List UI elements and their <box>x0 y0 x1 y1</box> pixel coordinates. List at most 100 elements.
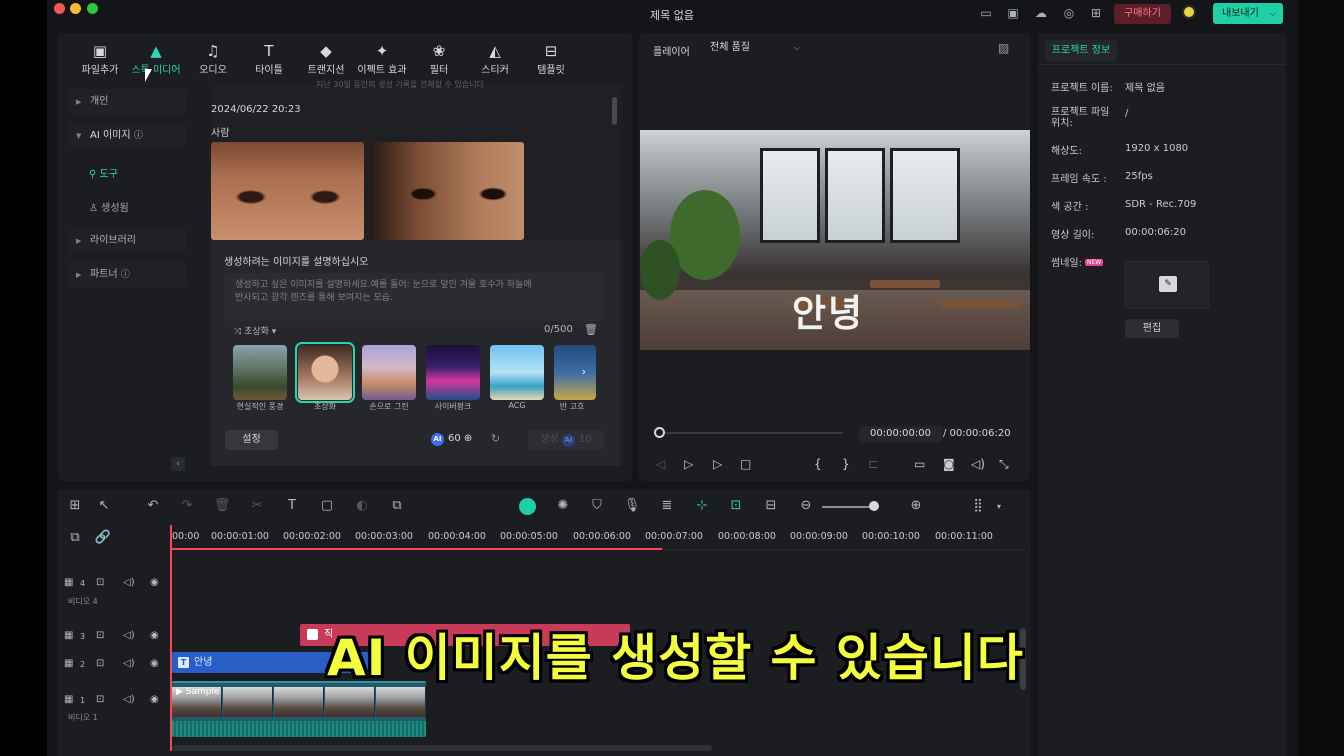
group-icon[interactable]: ⧉ <box>388 498 406 513</box>
motion-icon[interactable]: ✺ <box>554 498 572 513</box>
stop-icon[interactable]: □ <box>740 457 751 471</box>
layout-grid-icon[interactable]: ⊞ <box>66 498 84 513</box>
tab-filters[interactable]: ❀ 필터 <box>411 41 467 76</box>
image-snapshot-icon[interactable]: ▨ <box>998 41 1009 55</box>
trash-icon[interactable]: 🗑 <box>584 323 598 336</box>
add-credits-icon[interactable]: ⊕ <box>464 433 472 444</box>
marker-icon[interactable]: ⊏ <box>868 457 878 471</box>
generate-button[interactable]: 생성 AI 10 <box>528 430 604 450</box>
display-icon[interactable]: ▭ <box>914 457 925 471</box>
volume-icon[interactable]: ◁) <box>971 457 985 471</box>
quality-select[interactable]: 전체 품질 ⌵ <box>704 39 804 57</box>
style-option[interactable] <box>490 345 544 400</box>
tab-transitions[interactable]: ◆ 트랜지션 <box>298 41 354 76</box>
chevron-down-icon[interactable]: ▾ <box>990 502 1008 511</box>
cut-icon[interactable]: ✂ <box>248 498 266 513</box>
refresh-icon[interactable]: ↻ <box>491 432 500 445</box>
lock-icon[interactable]: ⊡ <box>96 658 104 669</box>
add-track-icon[interactable]: ⧉ <box>66 530 84 545</box>
color-icon[interactable]: ◐ <box>353 498 371 513</box>
view-options-icon[interactable]: ⣿ <box>969 498 987 513</box>
layout-icon[interactable]: ▭ <box>978 6 994 20</box>
sidebar-item-library[interactable]: ▶ 라이브러리 <box>68 228 186 253</box>
help-icon[interactable]: ⓘ <box>121 270 130 280</box>
collapse-sidebar-button[interactable]: ‹ <box>171 457 185 471</box>
chevron-right-icon[interactable]: › <box>582 365 586 378</box>
tab-titles[interactable]: T 타이틀 <box>241 41 297 76</box>
shield-icon[interactable]: ⛉ <box>588 498 606 513</box>
style-selector[interactable]: ⤨ 초상화 ▾ <box>234 324 276 337</box>
zoom-in-icon[interactable]: ⊕ <box>907 498 925 513</box>
close-window-button[interactable] <box>54 3 65 14</box>
tab-import[interactable]: ▣ 파일추가 <box>72 41 128 76</box>
delete-icon[interactable]: 🗑 <box>213 498 231 513</box>
settings-button[interactable]: 설정 <box>225 430 278 450</box>
previous-frame-icon[interactable]: ◁ <box>656 457 665 471</box>
sidebar-subitem-tools[interactable]: ⚲ 도구 <box>89 165 118 180</box>
zoom-window-button[interactable] <box>87 3 98 14</box>
tab-templates[interactable]: ⊟ 템플릿 <box>523 41 579 76</box>
camera-icon[interactable]: ◙ <box>943 457 955 471</box>
lock-icon[interactable]: ⊡ <box>96 577 104 588</box>
ai-assistant-icon[interactable] <box>519 498 536 515</box>
sidebar-item-personal[interactable]: ▶ 개인 <box>68 89 186 114</box>
eye-icon[interactable]: ◉ <box>150 658 159 669</box>
timeline-ruler[interactable]: 00:00 00:00:01:00 00:00:02:00 00:00:03:0… <box>170 528 1025 550</box>
avatar[interactable] <box>1182 5 1196 19</box>
eye-icon[interactable]: ◉ <box>150 694 159 705</box>
snap-icon[interactable]: ⊹ <box>693 498 711 513</box>
cloud-icon[interactable]: ☁ <box>1033 6 1049 20</box>
export-button[interactable]: 내보내기 ⌵ <box>1213 3 1283 24</box>
volume-icon[interactable]: ◁) <box>123 630 135 641</box>
zoom-out-icon[interactable]: ⊖ <box>797 498 815 513</box>
lock-icon[interactable]: ⊡ <box>96 630 104 641</box>
redo-icon[interactable]: ↷ <box>178 498 196 513</box>
audio-list-icon[interactable]: ≣ <box>658 498 676 513</box>
fullscreen-icon[interactable]: ⤡ <box>999 457 1009 472</box>
style-option[interactable]: › <box>554 345 596 400</box>
text-icon[interactable]: T <box>283 498 301 513</box>
volume-icon[interactable]: ◁) <box>123 577 135 588</box>
crop-icon[interactable]: ▢ <box>318 498 336 513</box>
headset-icon[interactable]: ◎ <box>1061 6 1077 20</box>
tab-effects[interactable]: ✦ 이펙트 효과 <box>354 41 410 76</box>
next-frame-icon[interactable]: ▷ <box>684 457 693 471</box>
lock-icon[interactable]: ⊡ <box>96 694 104 705</box>
playback-knob[interactable] <box>654 427 665 438</box>
buy-button[interactable]: 구매하기 <box>1114 4 1171 24</box>
style-option[interactable] <box>362 345 416 400</box>
minimize-window-button[interactable] <box>70 3 81 14</box>
select-arrow-icon[interactable]: ↖ <box>95 498 113 513</box>
tab-stickers[interactable]: ◭ 스티커 <box>467 41 523 76</box>
edit-thumbnail-button[interactable]: 편집 <box>1125 319 1179 338</box>
sidebar-item-partner[interactable]: ▶ 파트너 ⓘ <box>68 262 186 287</box>
prompt-input[interactable]: 생성하고 싶은 이미지를 설명하세요.예를 들어: 눈으로 덮인 겨울 호수가 … <box>224 273 604 321</box>
save-icon[interactable]: ▣ <box>1005 6 1021 20</box>
volume-icon[interactable]: ◁) <box>123 658 135 669</box>
playhead[interactable] <box>170 525 172 751</box>
tab-project-info[interactable]: 프로젝트 정보 <box>1045 40 1117 62</box>
sidebar-item-ai-image[interactable]: ▼ AI 이미지 ⓘ <box>68 123 186 148</box>
eye-icon[interactable]: ◉ <box>150 630 159 641</box>
style-option[interactable] <box>295 342 355 403</box>
auto-ripple-icon[interactable]: ⊡ <box>727 498 745 513</box>
tab-audio[interactable]: ♫ 오디오 <box>185 41 241 76</box>
style-option[interactable] <box>426 345 480 400</box>
volume-icon[interactable]: ◁) <box>123 694 135 705</box>
style-option[interactable] <box>233 345 287 400</box>
grid-apps-icon[interactable]: ⊞ <box>1088 6 1104 20</box>
library-scrollbar[interactable] <box>612 97 617 125</box>
fit-icon[interactable]: ⊟ <box>762 498 780 513</box>
generated-image[interactable] <box>211 142 364 240</box>
help-icon[interactable]: ⓘ <box>134 131 143 141</box>
play-icon[interactable]: ▷ <box>713 457 722 471</box>
sidebar-subitem-generated[interactable]: ♙ 생성됨 <box>89 199 129 214</box>
link-icon[interactable]: 🔗 <box>94 530 112 545</box>
eye-icon[interactable]: ◉ <box>150 577 159 588</box>
mark-out-icon[interactable]: } <box>842 457 850 471</box>
undo-icon[interactable]: ↶ <box>144 498 162 513</box>
tab-stock-media[interactable]: ▲ 스톡 미디어 <box>128 41 184 76</box>
playback-progress[interactable] <box>659 432 843 434</box>
zoom-knob[interactable] <box>869 501 879 511</box>
thumbnail-slot[interactable]: ✎ <box>1125 261 1209 309</box>
